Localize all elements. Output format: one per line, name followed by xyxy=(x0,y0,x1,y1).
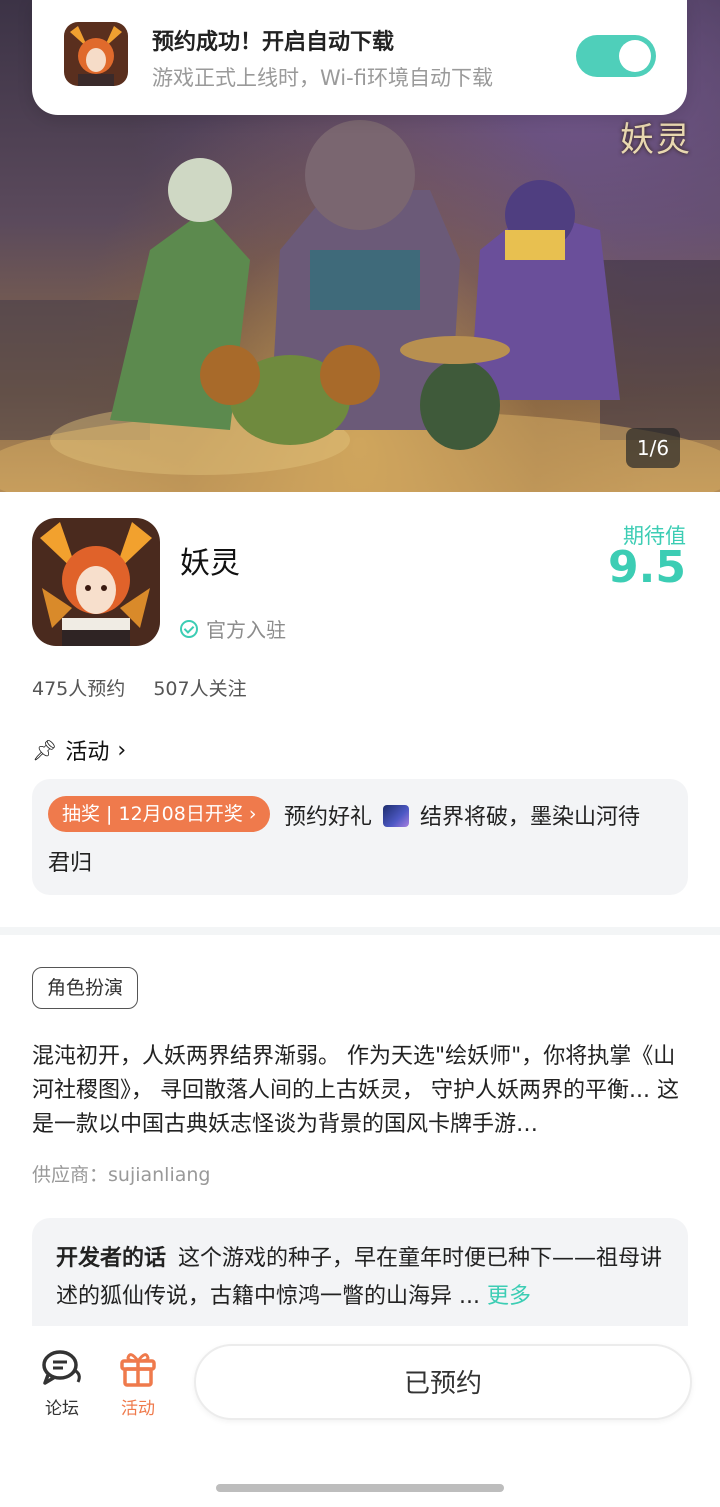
toast-title: 预约成功！开启自动下载 xyxy=(152,30,395,55)
more-link[interactable]: 更多 xyxy=(487,1284,531,1309)
game-description[interactable]: 混沌初开，人妖两界结界渐弱。 作为天选"绘妖师"，你将执掌《山河社稷图》， 寻回… xyxy=(32,1040,688,1142)
milky-way-icon xyxy=(383,805,410,827)
activity-text-continued: 君归 xyxy=(48,851,93,876)
activity-card[interactable]: 抽奖 | 12月08日开奖 › 预约好礼 结界将破，墨染山河待 君归 xyxy=(32,779,688,895)
activity-text: 预约好礼 结界将破，墨染山河待 xyxy=(284,799,640,831)
supplier-info: 供应商：sujianliang xyxy=(32,1164,211,1186)
toast-subtitle: 游戏正式上线时，Wi-fi环境自动下载 xyxy=(152,66,493,90)
verified-label: 官方入驻 xyxy=(206,618,286,642)
follower-count: 507人关注 xyxy=(153,678,247,700)
game-name: 妖灵 xyxy=(180,546,240,581)
nav-forum[interactable]: 论坛 xyxy=(32,1348,92,1419)
game-icon-small xyxy=(64,22,128,86)
section-divider xyxy=(0,927,720,935)
lottery-badge[interactable]: 抽奖 | 12月08日开奖 › xyxy=(48,796,271,832)
game-icon xyxy=(32,518,160,646)
forum-icon xyxy=(42,1350,81,1385)
pin-icon: 📌︎ xyxy=(32,738,58,762)
reservation-count: 475人预约 xyxy=(32,678,126,700)
expect-score: 9.5 xyxy=(608,542,686,593)
reserved-button[interactable]: 已预约 xyxy=(194,1344,692,1420)
developer-note-label: 开发者的话 xyxy=(56,1246,167,1271)
nav-forum-label: 论坛 xyxy=(45,1399,79,1419)
home-indicator[interactable] xyxy=(216,1484,504,1492)
nav-activity-label: 活动 xyxy=(121,1399,155,1419)
activity-header[interactable]: 📌︎ 活动 › xyxy=(32,734,126,766)
developer-note: 开发者的话 这个游戏的种子，早在童年时便已种下——祖母讲述的狐仙传说，古籍中惊鸿一… xyxy=(56,1240,666,1316)
bottom-action-bar: 论坛 活动 已预约 xyxy=(0,1326,720,1507)
activity-text-b: 结界将破，墨染山河待 xyxy=(420,805,641,830)
auto-download-toggle[interactable] xyxy=(576,35,656,77)
chevron-right-icon: › xyxy=(117,737,127,763)
genre-tag[interactable]: 角色扮演 xyxy=(32,967,139,1009)
game-stats: 475人预约 507人关注 xyxy=(32,674,269,701)
verified-badge: 官方入驻 xyxy=(180,614,286,643)
page-indicator: 1/6 xyxy=(626,428,680,468)
nav-activity[interactable]: 活动 xyxy=(108,1348,168,1419)
activity-text-a: 预约好礼 xyxy=(284,805,373,830)
toggle-knob xyxy=(619,40,651,72)
developer-note-card[interactable]: 开发者的话 这个游戏的种子，早在童年时便已种下——祖母讲述的狐仙传说，古籍中惊鸿一… xyxy=(32,1218,688,1338)
reservation-toast: 预约成功！开启自动下载 游戏正式上线时，Wi-fi环境自动下载 xyxy=(32,0,687,115)
banner-logo: 妖灵 xyxy=(620,120,692,160)
gift-icon xyxy=(120,1353,156,1387)
activity-heading: 活动 xyxy=(65,740,110,765)
check-circle-icon xyxy=(180,619,198,638)
